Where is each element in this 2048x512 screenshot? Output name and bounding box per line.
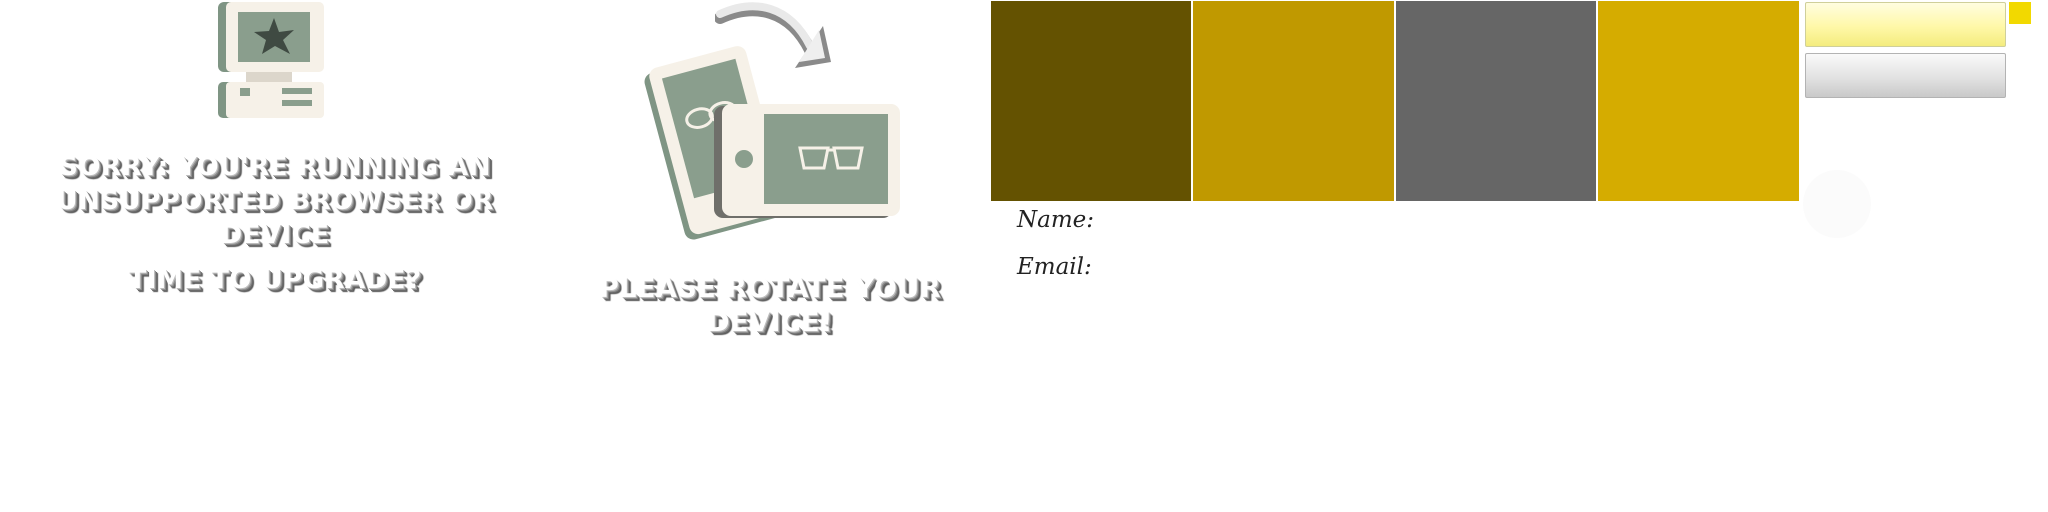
unsupported-message: Sorry: You're running an unsupported bro… [0, 150, 550, 252]
upgrade-message: Time to upgrade? [128, 265, 422, 295]
rotate-device-message: Please rotate your device! [598, 273, 941, 338]
gray-gradient-button[interactable] [1805, 53, 2006, 98]
yellow-gradient-button[interactable] [1805, 2, 2006, 47]
swatch-gold [1598, 1, 1799, 201]
name-label: Name: [1017, 207, 1095, 233]
swatch-dark-olive [991, 1, 1191, 201]
landscape-tablet-icon [714, 104, 900, 218]
swatch-mustard [1193, 1, 1394, 201]
unsupported-line-2: unsupported browser or device [56, 186, 494, 250]
email-label: Email: [1017, 254, 1092, 280]
swatch-gray [1396, 1, 1596, 201]
retro-computer-icon [218, 2, 324, 118]
yellow-square-marker [2009, 2, 2031, 24]
faint-circle-shape [1803, 170, 1871, 238]
unsupported-line-1: Sorry: You're running an [59, 152, 491, 182]
